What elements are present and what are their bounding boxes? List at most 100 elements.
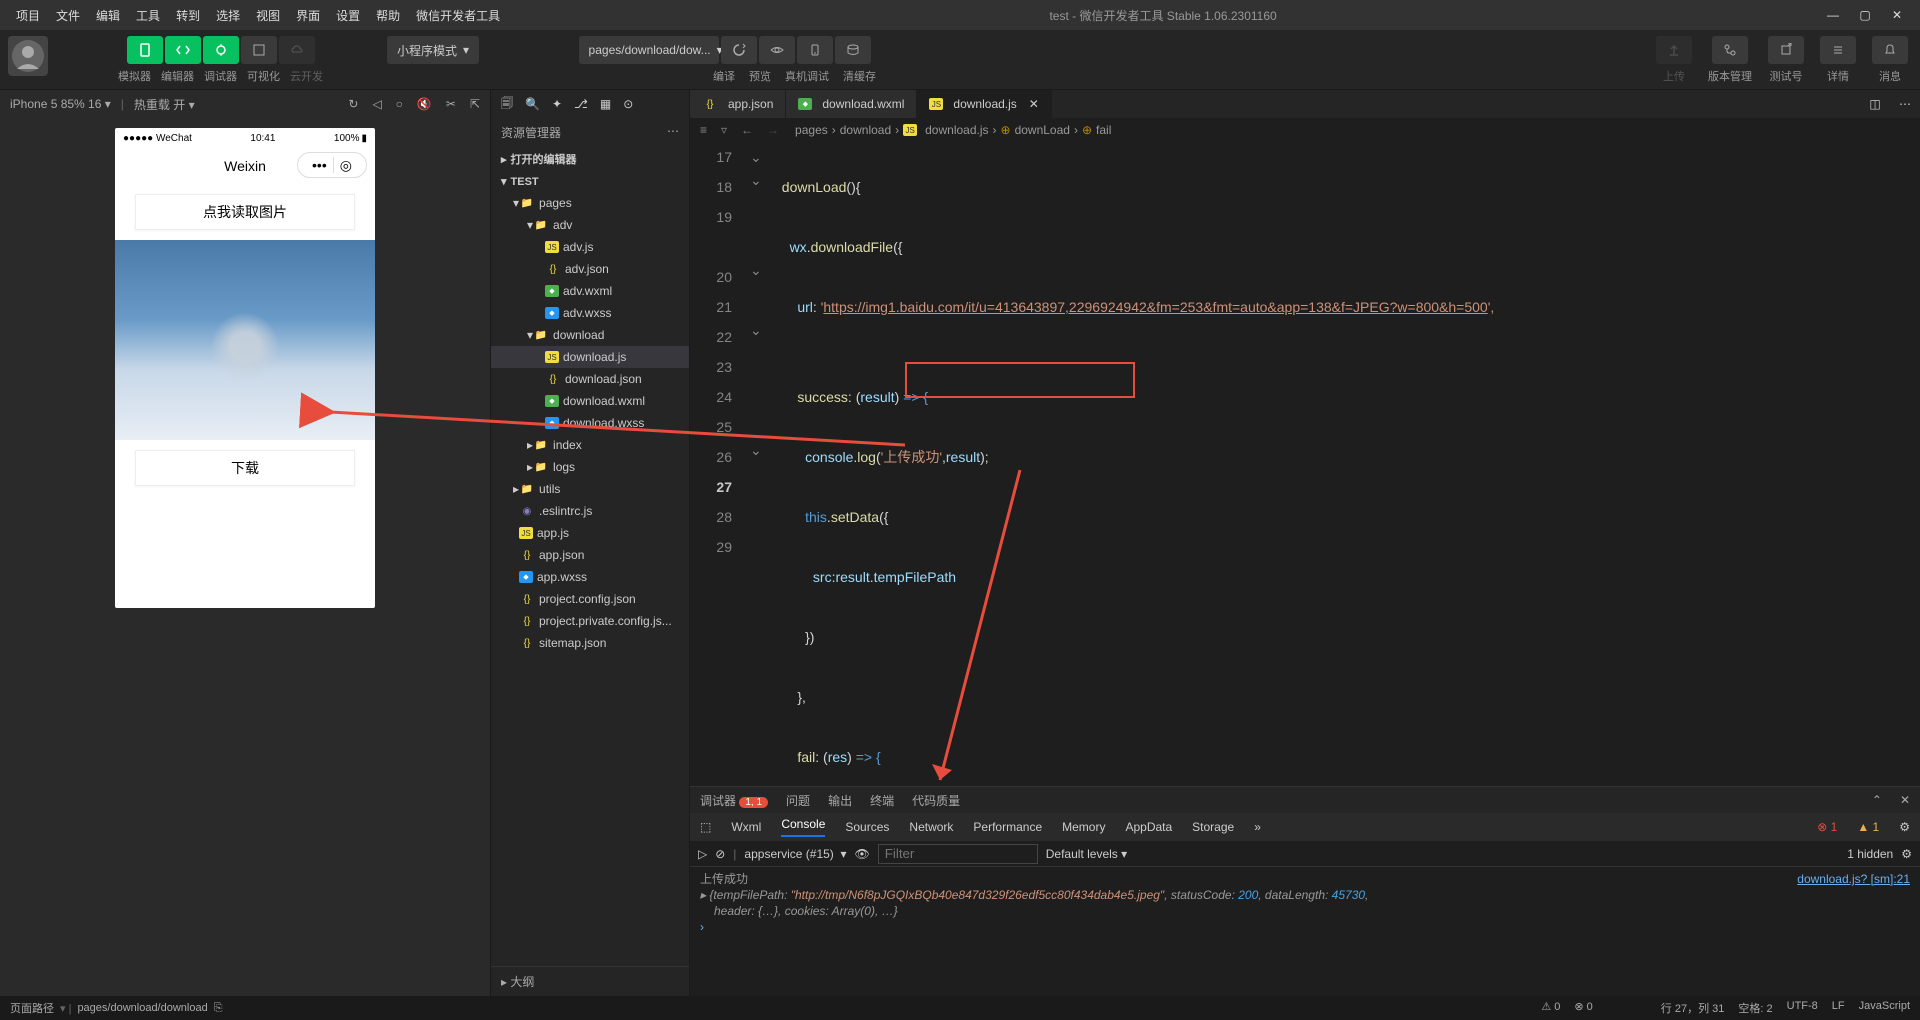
cut-icon[interactable]: ✂ (446, 97, 456, 111)
menu-view[interactable]: 视图 (248, 7, 288, 24)
filter-input[interactable] (878, 844, 1038, 864)
file-app-js[interactable]: JSapp.js (491, 522, 689, 544)
subtab-sources[interactable]: Sources (845, 820, 889, 834)
menu-tools[interactable]: 工具 (128, 7, 168, 24)
bug-icon[interactable]: ⊙ (623, 97, 633, 111)
subtab-network[interactable]: Network (909, 820, 953, 834)
tab-download-js[interactable]: JSdownload.js✕ (917, 90, 1051, 118)
grid-icon[interactable]: ▦ (600, 97, 611, 111)
menu-edit[interactable]: 编辑 (88, 7, 128, 24)
play-icon[interactable]: ▷ (698, 847, 707, 861)
outline-section[interactable]: ▸ 大纲 (491, 966, 689, 996)
branch-icon[interactable]: ⎇ (574, 97, 588, 111)
split-icon[interactable]: ◫ (1860, 90, 1890, 118)
console-output[interactable]: 上传成功download.js? [sm]:21 ▸ {tempFilePath… (690, 867, 1920, 996)
menu-project[interactable]: 项目 (8, 7, 48, 24)
file-download-js[interactable]: JSdownload.js (491, 346, 689, 368)
preview-button[interactable] (759, 36, 795, 64)
file-adv-json[interactable]: {}adv.json (491, 258, 689, 280)
menu-help[interactable]: 帮助 (368, 7, 408, 24)
mute-icon[interactable]: 🔇 (417, 97, 432, 111)
file-project-config[interactable]: {}project.config.json (491, 588, 689, 610)
cursor-pos[interactable]: 行 27，列 31 (1661, 1000, 1725, 1016)
subtab-console[interactable]: Console (781, 817, 825, 837)
detail-button[interactable] (1820, 36, 1856, 64)
debugger-button[interactable] (203, 36, 239, 64)
refresh-icon[interactable]: ↻ (348, 97, 358, 111)
menu-wxdevtools[interactable]: 微信开发者工具 (408, 7, 508, 24)
files-icon[interactable]: 🗐 (501, 94, 513, 115)
warning-count[interactable]: ▲ 1 (1857, 820, 1879, 834)
menu-select[interactable]: 选择 (208, 7, 248, 24)
spaces[interactable]: 空格: 2 (1738, 1000, 1772, 1016)
tab-download-wxml[interactable]: ◆download.wxml (786, 90, 917, 118)
clear-icon[interactable]: ⊘ (715, 847, 725, 861)
menu-settings[interactable]: 设置 (328, 7, 368, 24)
upload-button[interactable] (1656, 36, 1692, 64)
gear-icon[interactable]: ⚙ (1899, 820, 1910, 834)
close-tab-icon[interactable]: ✕ (1029, 97, 1039, 111)
hot-reload[interactable]: 热重载 开 ▾ (134, 96, 195, 113)
section-open-editors[interactable]: ▸ 打开的编辑器 (491, 147, 689, 171)
file-adv-wxss[interactable]: ◆adv.wxss (491, 302, 689, 324)
folder-utils[interactable]: ▸ 📁utils (491, 478, 689, 500)
devtools-close-icon[interactable]: ✕ (1900, 793, 1910, 807)
file-app-json[interactable]: {}app.json (491, 544, 689, 566)
folder-logs[interactable]: ▸ 📁logs (491, 456, 689, 478)
minimize-icon[interactable]: — (1826, 8, 1840, 22)
menu-goto[interactable]: 转到 (168, 7, 208, 24)
bc-fwd-icon[interactable]: → (767, 123, 779, 137)
read-image-button[interactable]: 点我读取图片 (135, 194, 355, 230)
devtools-tab-debugger[interactable]: 调试器 1, 1 (700, 792, 768, 809)
remote-debug-button[interactable] (797, 36, 833, 64)
mode-dropdown[interactable]: 小程序模式▾ (387, 36, 479, 64)
editor-button[interactable] (165, 36, 201, 64)
clear-cache-button[interactable] (835, 36, 871, 64)
subtab-wxml[interactable]: Wxml (731, 820, 761, 834)
tab-more-icon[interactable]: ⋯ (1890, 90, 1920, 118)
bookmark-icon[interactable]: ▿ (721, 123, 727, 137)
test-button[interactable] (1768, 36, 1804, 64)
encoding[interactable]: UTF-8 (1787, 1000, 1818, 1016)
back-icon[interactable]: ◁ (372, 97, 381, 111)
folder-pages[interactable]: ▾ 📁pages (491, 192, 689, 214)
avatar[interactable] (8, 36, 48, 76)
folder-download[interactable]: ▾ 📁download (491, 324, 689, 346)
file-eslint[interactable]: ◉.eslintrc.js (491, 500, 689, 522)
file-app-wxss[interactable]: ◆app.wxss (491, 566, 689, 588)
file-adv-js[interactable]: JSadv.js (491, 236, 689, 258)
sb-warn-icon[interactable]: ⚠ 0 (1541, 1000, 1560, 1016)
version-button[interactable] (1712, 36, 1748, 64)
download-button[interactable]: 下载 (135, 450, 355, 486)
compile-button[interactable] (721, 36, 757, 64)
devtools-tab-output[interactable]: 输出 (828, 792, 852, 809)
devtools-tab-problems[interactable]: 问题 (786, 792, 810, 809)
home-icon[interactable]: ○ (396, 97, 403, 111)
search-icon[interactable]: 🔍 (525, 97, 540, 111)
subtab-storage[interactable]: Storage (1192, 820, 1234, 834)
list-icon[interactable]: ≡ (700, 123, 707, 137)
scope-dropdown[interactable]: appservice (#15) ▾ (744, 847, 846, 861)
subtab-appdata[interactable]: AppData (1125, 820, 1172, 834)
eye-icon[interactable]: 👁 (855, 847, 870, 861)
eol[interactable]: LF (1832, 1000, 1845, 1016)
close-icon[interactable]: ✕ (1890, 8, 1904, 22)
devtools-tab-quality[interactable]: 代码质量 (912, 792, 960, 809)
subtab-more-icon[interactable]: » (1254, 820, 1261, 834)
sb-err-icon[interactable]: ⊗ 0 (1574, 1000, 1592, 1016)
devtools-expand-icon[interactable]: ⌃ (1872, 793, 1882, 807)
page-dropdown[interactable]: pages/download/dow...▾ (579, 36, 719, 64)
file-adv-wxml[interactable]: ◆adv.wxml (491, 280, 689, 302)
copy-icon[interactable]: ⎘ (214, 1002, 223, 1015)
sparkle-icon[interactable]: ✦ (552, 97, 562, 111)
inspect-icon[interactable]: ⬚ (700, 820, 711, 834)
simulator-button[interactable] (127, 36, 163, 64)
file-download-json[interactable]: {}download.json (491, 368, 689, 390)
language[interactable]: JavaScript (1859, 1000, 1910, 1016)
error-count[interactable]: ⊗ 1 (1817, 820, 1837, 834)
device-selector[interactable]: iPhone 5 85% 16 ▾ (10, 97, 111, 111)
capsule-menu[interactable]: •••◎ (297, 152, 367, 178)
devtools-tab-terminal[interactable]: 终端 (870, 792, 894, 809)
folder-index[interactable]: ▸ 📁index (491, 434, 689, 456)
more-icon[interactable]: ⋯ (667, 124, 679, 141)
